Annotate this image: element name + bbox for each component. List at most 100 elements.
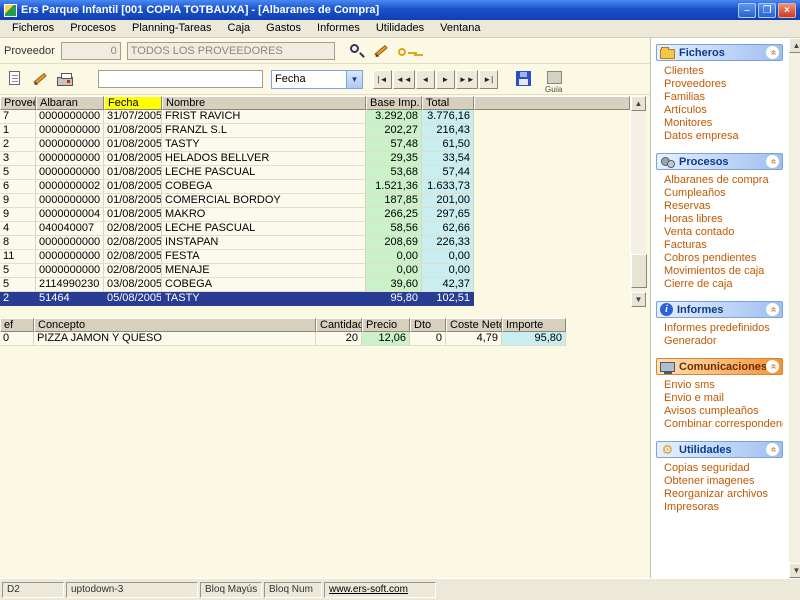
maximize-button[interactable]: ❐ [758,2,776,18]
scroll-up-icon[interactable]: ▲ [789,38,800,53]
menu-planning-tareas[interactable]: Planning-Tareas [124,20,220,37]
nav-next-button[interactable]: ► [435,69,455,89]
detail-column-header-importe[interactable]: Importe [502,318,566,332]
sidebar-item-venta-contado[interactable]: Venta contado [664,226,783,239]
guide-icon[interactable]: Guía [543,68,565,94]
scroll-up-icon[interactable]: ▲ [631,96,646,111]
sidebar-item-clientes[interactable]: Clientes [664,65,783,78]
sidebar-item-albaranes-de-compra[interactable]: Albaranes de compra [664,174,783,187]
table-row[interactable]: 5 0000000000 01/08/2005 LECHE PASCUAL 53,68 5… [0,166,630,180]
sidebar-item-horas-libres[interactable]: Horas libres [664,213,783,226]
order-field-combo[interactable]: Fecha ▼ [271,69,363,89]
detail-column-header-concepto[interactable]: Concepto [34,318,316,332]
minimize-button[interactable]: – [738,2,756,18]
scroll-down-icon[interactable]: ▼ [631,292,646,307]
close-button[interactable]: × [778,2,796,18]
column-header-total[interactable]: Total [422,96,474,110]
collapse-chevron-icon[interactable]: « [766,443,779,456]
sidebar-item-cumpleaños[interactable]: Cumpleaños [664,187,783,200]
table-row[interactable]: 8 0000000000 02/08/2005 INSTAPAN 208,69 226,3… [0,236,630,250]
menu-utilidades[interactable]: Utilidades [368,20,432,37]
sidebar-item-envio-sms[interactable]: Envio sms [664,379,783,392]
nav-last-button[interactable]: ►| [478,69,498,89]
table-row[interactable]: 7 0000000000 31/07/2005 FRIST RAVICH 3.292,0… [0,110,630,124]
table-row[interactable]: 2 0000000000 01/08/2005 TASTY 57,48 61,50 [0,138,630,152]
section-header-informes[interactable]: i Informes « [656,301,783,318]
table-scrollbar[interactable]: ▲ ▼ [630,96,647,307]
menu-procesos[interactable]: Procesos [62,20,124,37]
edit-record-icon[interactable] [29,68,51,90]
sidebar-item-cobros-pendientes[interactable]: Cobros pendientes [664,252,783,265]
collapse-chevron-icon[interactable]: « [766,303,779,316]
scroll-thumb[interactable] [631,254,647,288]
sidebar-item-informes-predefinidos[interactable]: Informes predefinidos [664,322,783,335]
table-row[interactable]: 1 0000000000 01/08/2005 FRANZL S.L 202,27 216… [0,124,630,138]
table-row[interactable]: 5 0000000000 02/08/2005 MENAJE 0,00 0,00 [0,264,630,278]
section-header-comunicaciones[interactable]: Comunicaciones « [656,358,783,375]
column-header-proveedor[interactable]: Proveedor [0,96,36,110]
status-panel-www-ers-soft-com[interactable]: www.ers-soft.com [324,582,436,598]
detail-column-header-dto[interactable]: Dto [410,318,446,332]
nav-prev-page-button[interactable]: ◄◄ [393,69,415,89]
column-header-base-imp[interactable]: Base Imp. [366,96,422,110]
column-header-nombre[interactable]: Nombre [162,96,366,110]
menu-ficheros[interactable]: Ficheros [4,20,62,37]
search-icon[interactable] [345,40,367,62]
table-row[interactable]: 9 0000000004 01/08/2005 MAKRO 266,25 297,65 [0,208,630,222]
collapse-chevron-icon[interactable]: « [766,360,779,373]
menu-informes[interactable]: Informes [309,20,368,37]
sidebar-item-movimientos-de-caja[interactable]: Movimientos de caja [664,265,783,278]
sidebar-item-facturas[interactable]: Facturas [664,239,783,252]
menu-caja[interactable]: Caja [220,20,259,37]
table-row[interactable]: 3 0000000000 01/08/2005 HELADOS BELLVER 29,3… [0,152,630,166]
sidebar-scrollbar[interactable]: ▲ ▼ [788,38,800,578]
nav-prev-button[interactable]: ◄ [415,69,435,89]
sidebar-item-copias-seguridad[interactable]: Copias seguridad [664,462,783,475]
menu-ventana[interactable]: Ventana [432,20,488,37]
column-header-albaran[interactable]: Albaran [36,96,104,110]
proveedor-name-field[interactable] [126,41,335,60]
scroll-down-icon[interactable]: ▼ [789,563,800,578]
proveedor-code-field[interactable] [60,41,121,60]
sidebar-item-monitores[interactable]: Monitores [664,117,783,130]
key-icon[interactable] [395,40,417,62]
save-icon[interactable] [512,68,534,90]
nav-first-button[interactable]: |◄ [373,69,392,89]
sidebar-item-envio-e-mail[interactable]: Envio e mail [664,392,783,405]
sidebar-item-datos-empresa[interactable]: Datos empresa [664,130,783,143]
sidebar-item-avisos-cumpleaños[interactable]: Avisos cumpleaños [664,405,783,418]
detail-row[interactable]: 0 PIZZA JAMON Y QUESO 20 12,06 0 4,79 95,80 [0,332,566,346]
detail-column-header-ef[interactable]: ef [0,318,34,332]
sidebar-item-impresoras[interactable]: Impresoras [664,501,783,514]
sidebar-item-obtener-imagenes[interactable]: Obtener imagenes [664,475,783,488]
table-row[interactable]: 2 51464 05/08/2005 TASTY 95,80 102,51 [0,292,630,306]
column-header-fecha[interactable]: Fecha [104,96,162,110]
search-input[interactable] [98,70,263,88]
sidebar-item-reservas[interactable]: Reservas [664,200,783,213]
sidebar-item-proveedores[interactable]: Proveedores [664,78,783,91]
chevron-down-icon[interactable]: ▼ [346,70,362,88]
sidebar-item-combinar-correspondencia[interactable]: Combinar correspondencia [664,418,783,431]
detail-column-header-cantidad[interactable]: Cantidad [316,318,362,332]
table-row[interactable]: 4 040040007 02/08/2005 LECHE PASCUAL 58,56 62… [0,222,630,236]
section-header-ficheros[interactable]: Ficheros « [656,44,783,61]
nav-next-page-button[interactable]: ►► [455,69,478,89]
detail-column-header-coste-neto[interactable]: Coste Neto [446,318,502,332]
sidebar-item-reorganizar-archivos[interactable]: Reorganizar archivos [664,488,783,501]
sidebar-item-artículos[interactable]: Artículos [664,104,783,117]
table-row[interactable]: 9 0000000000 01/08/2005 COMERCIAL BORDOY 187… [0,194,630,208]
print-icon[interactable] [54,68,76,90]
section-header-utilidades[interactable]: ⚙ Utilidades « [656,441,783,458]
sidebar-item-familias[interactable]: Familias [664,91,783,104]
sidebar-item-cierre-de-caja[interactable]: Cierre de caja [664,278,783,291]
new-document-icon[interactable] [4,68,26,90]
edit-icon[interactable] [370,40,392,62]
collapse-chevron-icon[interactable]: « [766,155,779,168]
sidebar-item-generador[interactable]: Generador [664,335,783,348]
table-row[interactable]: 5 2114990230 03/08/2005 COBEGA 39,60 42,37 [0,278,630,292]
section-header-procesos[interactable]: Procesos « [656,153,783,170]
menu-gastos[interactable]: Gastos [258,20,309,37]
table-row[interactable]: 6 0000000002 01/08/2005 COBEGA 1.521,36 1.633… [0,180,630,194]
collapse-chevron-icon[interactable]: « [766,46,779,59]
detail-column-header-precio[interactable]: Precio [362,318,410,332]
